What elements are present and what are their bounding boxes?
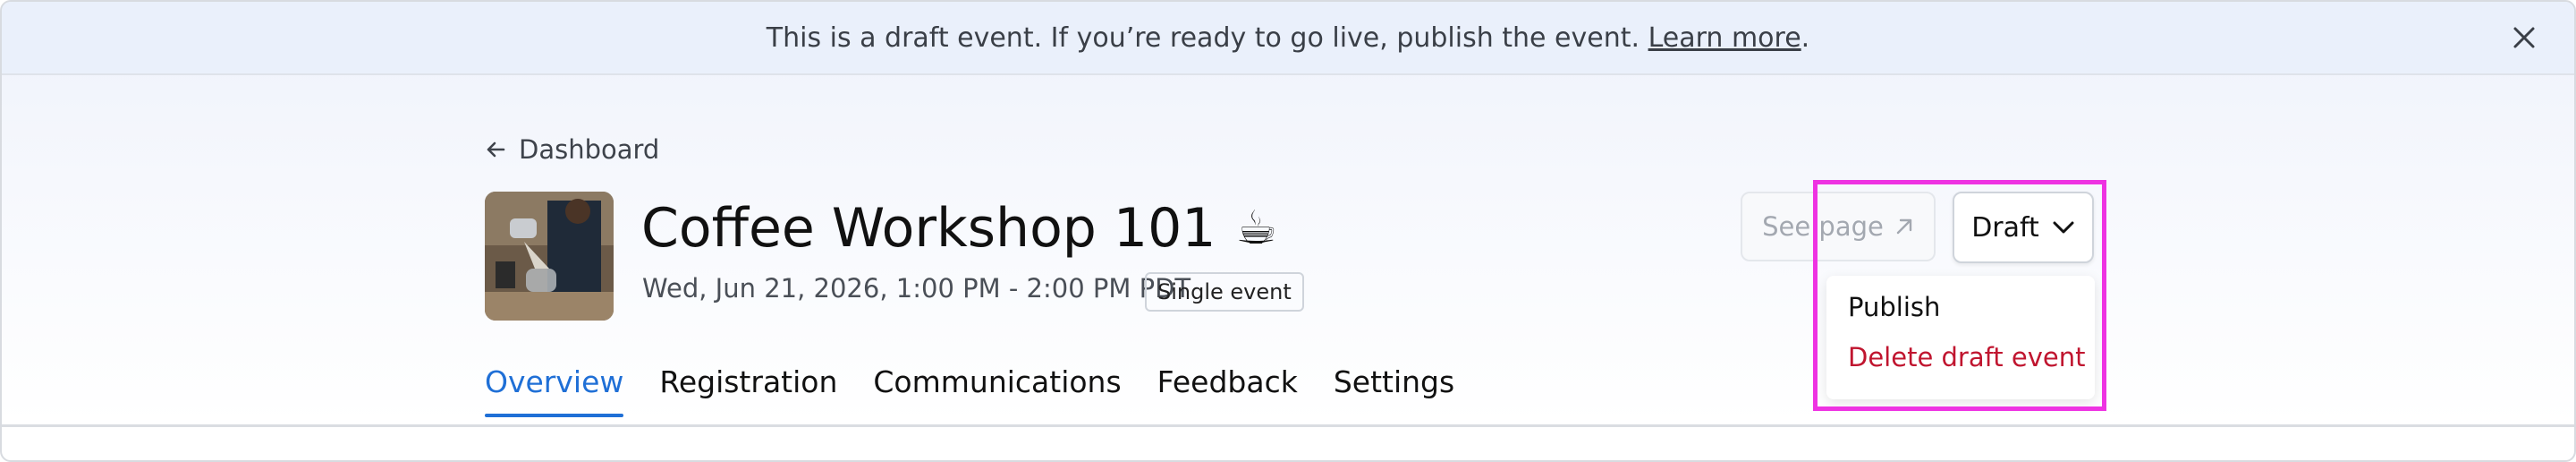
draft-banner: This is a draft event. If you’re ready t… (2, 2, 2574, 75)
tab-registration[interactable]: Registration (659, 364, 837, 417)
learn-more-link[interactable]: Learn more (1648, 22, 1801, 54)
chevron-down-icon (2053, 221, 2074, 234)
publish-menu-item[interactable]: Publish (1848, 292, 1940, 322)
delete-draft-menu-item[interactable]: Delete draft event (1848, 342, 2086, 372)
external-arrow-icon (1896, 218, 1912, 235)
tabs-divider (2, 424, 2574, 427)
see-page-label: See page (1762, 211, 1884, 242)
banner-message: This is a draft event. If you’re ready t… (766, 21, 1810, 54)
event-page: This is a draft event. If you’re ready t… (0, 0, 2576, 462)
tab-feedback[interactable]: Feedback (1157, 364, 1298, 417)
status-label: Draft (1971, 211, 2039, 244)
coffee-emoji-icon: ☕ (1235, 201, 1278, 255)
see-page-button[interactable]: See page (1741, 192, 1936, 261)
back-to-dashboard-link[interactable]: Dashboard (485, 132, 659, 167)
status-dropdown-button[interactable]: Draft (1953, 192, 2094, 263)
close-icon (2513, 27, 2535, 48)
tab-overview[interactable]: Overview (485, 364, 624, 417)
event-tabs: Overview Registration Communications Fee… (485, 364, 1454, 417)
status-menu: Publish Delete draft event (1826, 276, 2095, 399)
tab-settings[interactable]: Settings (1334, 364, 1454, 417)
arrow-left-icon (487, 141, 505, 158)
event-type-badge: Single event (1145, 272, 1304, 312)
event-datetime: Wed, Jun 21, 2026, 1:00 PM - 2:00 PM PDT (642, 273, 1191, 304)
tab-communications[interactable]: Communications (873, 364, 1121, 417)
close-banner-button[interactable] (2506, 20, 2542, 56)
event-title: Coffee Workshop 101 ☕ (641, 197, 1278, 260)
event-thumbnail (485, 192, 614, 321)
back-label: Dashboard (519, 134, 660, 165)
